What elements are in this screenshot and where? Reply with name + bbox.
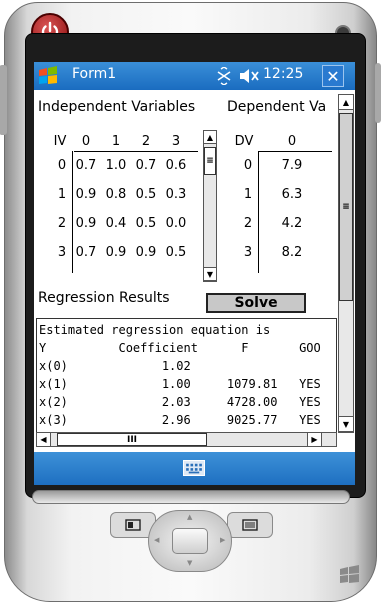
side-button-left[interactable] — [0, 65, 7, 135]
iv-cell[interactable]: 0.9 — [102, 245, 130, 260]
dpad-up-arrow-icon[interactable]: ▲ — [187, 513, 192, 521]
close-button[interactable]: ✕ — [322, 65, 344, 87]
hardware-button-strip — [32, 490, 350, 504]
screen: Form1 12:25 ✕ Independent Variables Depe… — [34, 62, 355, 485]
dependent-variables-label: Dependent Va — [227, 99, 327, 115]
dv-row-index: 2 — [243, 216, 253, 231]
dpad-right-arrow-icon[interactable]: ▶ — [220, 536, 225, 544]
result-line: x(2) 2.03 4728.00 YES — [39, 395, 321, 409]
result-line: x(0) 1.02 — [39, 359, 191, 373]
iv-cell[interactable]: 0.7 — [72, 245, 100, 260]
scroll-up-arrow-icon[interactable]: ▲ — [203, 130, 217, 144]
iv-row-index: 3 — [57, 245, 67, 260]
speaker-muted-icon[interactable] — [239, 68, 259, 84]
scroll-thumb[interactable]: III — [57, 433, 207, 446]
windows-flag-icon[interactable] — [37, 65, 59, 87]
iv-row-index: 0 — [57, 158, 67, 173]
iv-cell[interactable]: 0.4 — [102, 216, 130, 231]
iv-vertical-scrollbar[interactable]: ▲ ≡ ▼ — [203, 130, 217, 282]
iv-cell[interactable]: 0.9 — [132, 245, 160, 260]
dpad-down-arrow-icon[interactable]: ▼ — [187, 559, 192, 567]
right-softkey-icon — [242, 519, 258, 531]
solve-button[interactable]: Solve — [206, 293, 306, 313]
iv-cell[interactable]: 0.9 — [72, 187, 100, 202]
dependent-variables-grid[interactable]: DV 0 0 7.9 1 6.3 2 4.2 3 8.2 — [222, 132, 332, 282]
menu-bar — [34, 452, 355, 485]
keyboard-icon[interactable] — [183, 460, 205, 476]
dv-row-index: 1 — [243, 187, 253, 202]
iv-cell[interactable]: 0.7 — [132, 158, 160, 173]
iv-column-header: 1 — [111, 134, 121, 149]
dv-cell[interactable]: 7.9 — [272, 158, 312, 173]
dv-corner-header: DV — [234, 134, 254, 149]
independent-variables-label: Independent Variables — [38, 99, 196, 115]
dv-column-header: 0 — [287, 134, 297, 149]
iv-cell[interactable]: 0.0 — [162, 216, 190, 231]
regression-results-textbox[interactable]: Estimated regression equation is Y Coeff… — [36, 318, 337, 433]
independent-variables-grid[interactable]: IV 0 1 2 3 0 0.7 1.0 0.7 0.6 1 0.9 0.8 0… — [34, 132, 210, 282]
iv-cell[interactable]: 1.0 — [102, 158, 130, 173]
iv-row-index: 1 — [57, 187, 67, 202]
navigation-dpad[interactable]: ▲ ▼ ◀ ▶ — [148, 510, 232, 572]
result-line: Y Coefficient F GOO — [39, 341, 321, 355]
app-title: Form1 — [72, 66, 117, 82]
form-vertical-scrollbar[interactable]: ▲ ≡ ▼ — [338, 94, 354, 433]
dv-row-index: 3 — [243, 245, 253, 260]
left-softkey-icon — [125, 519, 141, 531]
iv-row-index: 2 — [57, 216, 67, 231]
result-line: x(3) 2.96 9025.77 YES — [39, 413, 321, 427]
dv-cell[interactable]: 4.2 — [272, 216, 312, 231]
iv-cell[interactable]: 0.7 — [72, 158, 100, 173]
scroll-left-arrow-icon[interactable]: ◀ — [36, 432, 51, 447]
scroll-thumb[interactable]: ≡ — [204, 147, 216, 175]
dv-row-index: 0 — [243, 158, 253, 173]
iv-column-header: 0 — [81, 134, 91, 149]
right-softkey-button[interactable] — [227, 512, 273, 538]
iv-cell[interactable]: 0.3 — [162, 187, 190, 202]
side-button-right[interactable] — [375, 63, 381, 123]
iv-cell[interactable]: 0.5 — [132, 187, 160, 202]
dv-cell[interactable]: 6.3 — [272, 187, 312, 202]
dv-cell[interactable]: 8.2 — [272, 245, 312, 260]
iv-cell[interactable]: 0.9 — [72, 216, 100, 231]
connectivity-icon[interactable] — [215, 67, 233, 85]
dv-header-rule — [258, 151, 332, 152]
scroll-up-arrow-icon[interactable]: ▲ — [338, 94, 354, 110]
iv-cell[interactable]: 0.5 — [162, 245, 190, 260]
dpad-center-button[interactable] — [172, 528, 208, 554]
results-horizontal-scrollbar[interactable]: ◀ III ▶ — [36, 432, 337, 447]
title-bar: Form1 12:25 ✕ — [34, 62, 355, 90]
scroll-down-arrow-icon[interactable]: ▼ — [203, 267, 217, 281]
close-icon: ✕ — [326, 66, 340, 86]
iv-header-rule — [74, 151, 198, 152]
iv-column-header: 3 — [171, 134, 181, 149]
scroll-thumb[interactable]: ≡ — [339, 113, 353, 301]
iv-cell[interactable]: 0.5 — [132, 216, 160, 231]
dpad-left-arrow-icon[interactable]: ◀ — [154, 536, 159, 544]
iv-cell[interactable]: 0.6 — [162, 158, 190, 173]
regression-results-label: Regression Results — [38, 290, 170, 306]
scroll-right-arrow-icon[interactable]: ▶ — [307, 432, 322, 447]
iv-cell[interactable]: 0.8 — [102, 187, 130, 202]
iv-corner-header: IV — [53, 134, 67, 149]
result-line: x(1) 1.00 1079.81 YES — [39, 377, 321, 391]
windows-logo-icon — [340, 565, 359, 583]
dv-row-header-rule — [258, 151, 259, 273]
clock[interactable]: 12:25 — [263, 66, 303, 82]
scroll-down-arrow-icon[interactable]: ▼ — [338, 416, 354, 432]
iv-column-header: 2 — [141, 134, 151, 149]
result-line: Estimated regression equation is — [39, 323, 271, 337]
